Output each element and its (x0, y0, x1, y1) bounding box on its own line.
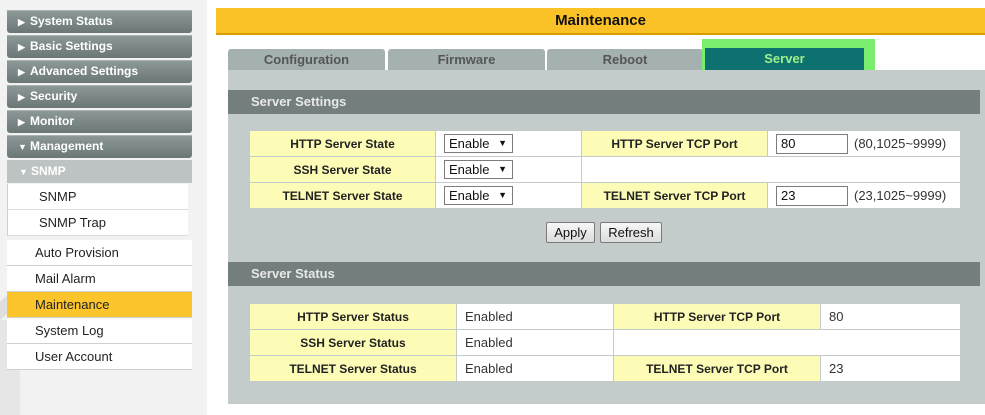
sidebar-subcategory-snmp[interactable]: ▼ SNMP (7, 160, 192, 183)
sidebar-item-mail-alarm[interactable]: Mail Alarm (7, 266, 192, 292)
table-row: SSH Server Status Enabled (249, 329, 961, 356)
http-port-label: HTTP Server TCP Port (581, 130, 768, 157)
telnet-status-label: TELNET Server Status (249, 355, 457, 382)
telnet-state-label: TELNET Server State (249, 182, 436, 209)
http-port-hint: (80,1025~9999) (854, 135, 947, 151)
http-port-input[interactable]: 80 (776, 133, 848, 154)
tab-firmware[interactable]: Firmware (388, 49, 545, 71)
sidebar-category-monitor[interactable]: ▶ Monitor (7, 110, 192, 133)
triangle-right-icon: ▶ (18, 17, 25, 27)
sidebar-category-advanced-settings[interactable]: ▶ Advanced Settings (7, 60, 192, 83)
sidebar-category-security[interactable]: ▶ Security (7, 85, 192, 108)
table-row: HTTP Server Status Enabled HTTP Server T… (249, 303, 961, 330)
ssh-state-label: SSH Server State (249, 156, 436, 183)
refresh-button[interactable]: Refresh (600, 222, 662, 243)
triangle-down-icon: ▼ (19, 167, 28, 177)
sidebar: ▶ System Status ▶ Basic Settings ▶ Advanced… (0, 0, 207, 415)
telnet-port-status-label: TELNET Server TCP Port (613, 355, 821, 382)
sidebar-item-snmp-trap[interactable]: SNMP Trap (7, 210, 188, 236)
telnet-status-value: Enabled (456, 355, 614, 382)
sidebar-category-management[interactable]: ▼ Management (7, 135, 192, 158)
sidebar-item-maintenance[interactable]: Maintenance (7, 292, 192, 318)
server-settings-table: HTTP Server State Enable ▼ HTTP Server TC… (249, 130, 961, 209)
http-state-select[interactable]: Enable ▼ (444, 134, 513, 153)
http-port-status-value: 80 (820, 303, 961, 330)
table-row: TELNET Server State Enable ▼ TELNET Serve… (249, 182, 961, 209)
sidebar-category-system-status[interactable]: ▶ System Status (7, 10, 192, 33)
sidebar-item-user-account[interactable]: User Account (7, 344, 192, 370)
telnet-state-select[interactable]: Enable ▼ (444, 186, 513, 205)
telnet-port-input[interactable]: 23 (776, 185, 848, 206)
sidebar-category-basic-settings[interactable]: ▶ Basic Settings (7, 35, 192, 58)
server-status-table: HTTP Server Status Enabled HTTP Server T… (249, 303, 961, 382)
chevron-down-icon: ▼ (498, 138, 507, 148)
server-status-header: Server Status (228, 262, 980, 286)
http-status-value: Enabled (456, 303, 614, 330)
triangle-right-icon: ▶ (18, 117, 25, 127)
chevron-down-icon: ▼ (498, 164, 507, 174)
triangle-right-icon: ▶ (18, 67, 25, 77)
http-port-status-label: HTTP Server TCP Port (613, 303, 821, 330)
chevron-down-icon: ▼ (498, 190, 507, 200)
telnet-port-status-value: 23 (820, 355, 961, 382)
telnet-port-hint: (23,1025~9999) (854, 187, 947, 203)
tab-reboot[interactable]: Reboot (547, 49, 703, 71)
app-root: ▶ System Status ▶ Basic Settings ▶ Advanced… (0, 0, 985, 415)
sidebar-item-snmp[interactable]: SNMP (7, 184, 188, 210)
server-settings-header: Server Settings (228, 90, 980, 114)
triangle-right-icon: ▶ (18, 42, 25, 52)
tab-configuration[interactable]: Configuration (228, 49, 385, 71)
http-state-label: HTTP Server State (249, 130, 436, 157)
table-row: SSH Server State Enable ▼ (249, 156, 961, 183)
server-panel: Server Settings HTTP Server State Enable… (228, 70, 985, 404)
table-row: HTTP Server State Enable ▼ HTTP Server TC… (249, 130, 961, 157)
apply-button[interactable]: Apply (546, 222, 595, 243)
table-row: TELNET Server Status Enabled TELNET Serv… (249, 355, 961, 382)
http-status-label: HTTP Server Status (249, 303, 457, 330)
triangle-right-icon: ▶ (18, 92, 25, 102)
sidebar-item-auto-provision[interactable]: Auto Provision (7, 240, 192, 266)
ssh-status-value: Enabled (456, 329, 614, 356)
telnet-port-label: TELNET Server TCP Port (581, 182, 768, 209)
ssh-state-select[interactable]: Enable ▼ (444, 160, 513, 179)
ssh-status-label: SSH Server Status (249, 329, 457, 356)
sidebar-item-system-log[interactable]: System Log (7, 318, 192, 344)
page-title: Maintenance (216, 8, 985, 35)
triangle-down-icon: ▼ (18, 142, 27, 152)
